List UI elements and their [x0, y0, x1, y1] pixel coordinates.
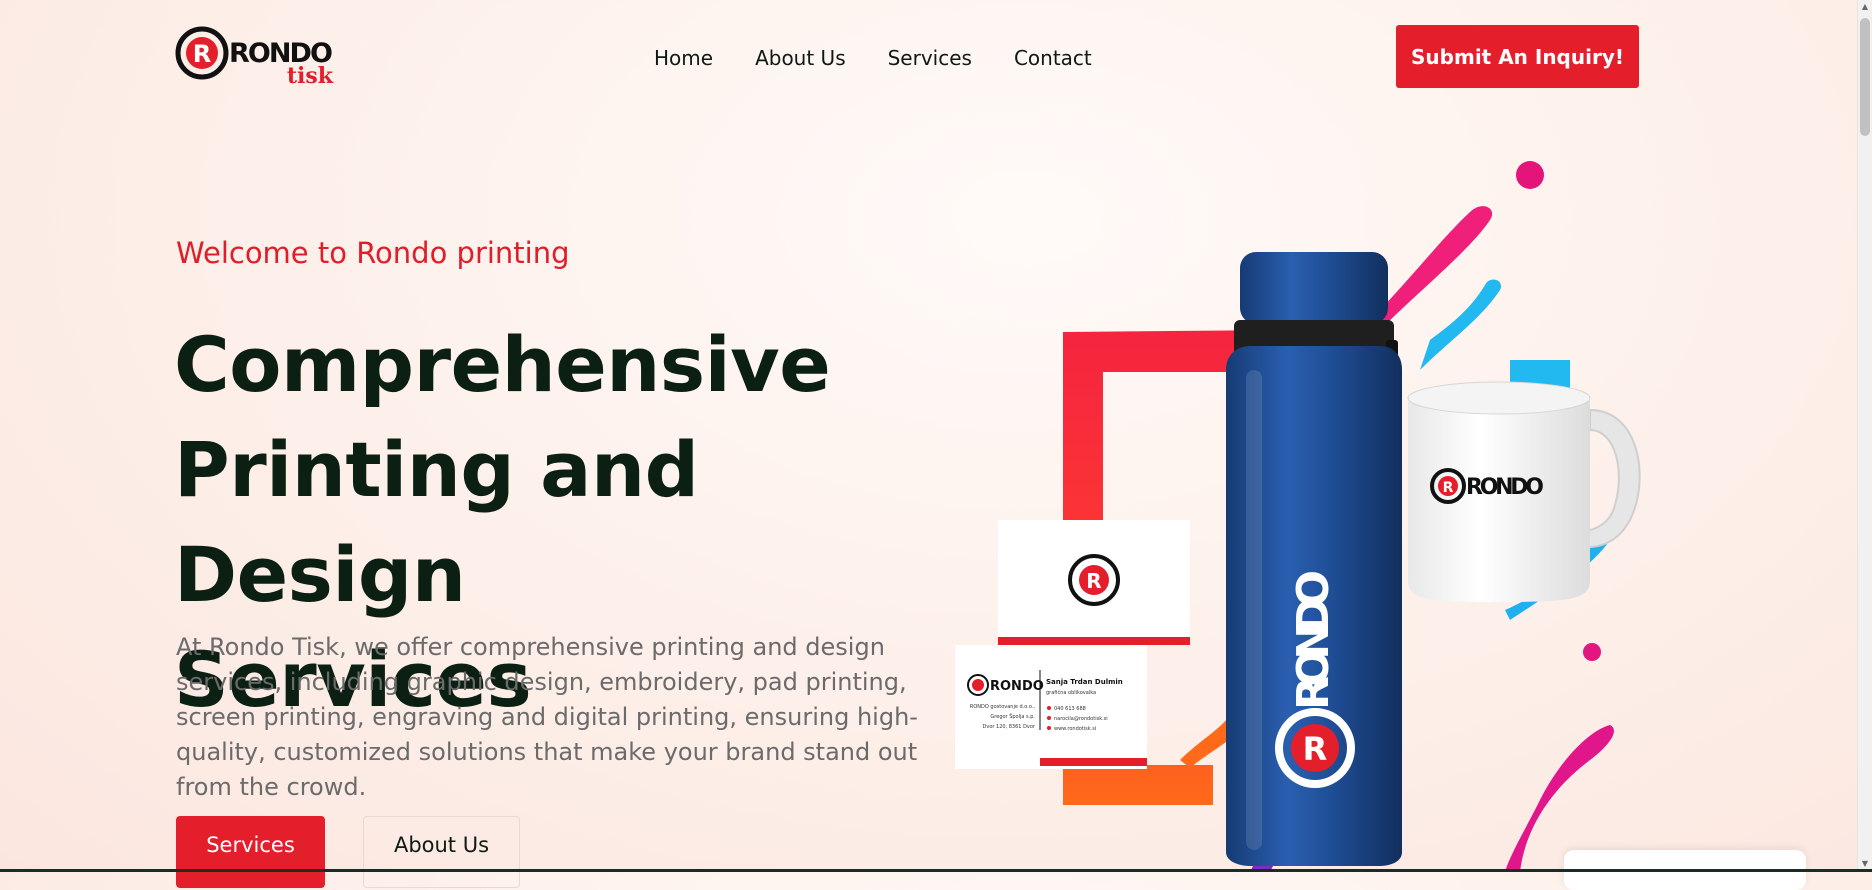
nav-about-us[interactable]: About Us: [755, 46, 846, 70]
scrollbar-thumb[interactable]: [1860, 18, 1870, 136]
mug-logo-letter: R: [1443, 480, 1454, 496]
card-name: Sanja Trdan Dulmin: [1046, 678, 1123, 686]
nav-contact[interactable]: Contact: [1014, 46, 1092, 70]
card-logo-letter: R: [1086, 569, 1101, 593]
pink-drop: [1516, 161, 1544, 189]
nav-services[interactable]: Services: [888, 46, 972, 70]
water-bottle: R RONDO: [1226, 252, 1402, 866]
card-company-3: Dvor 120, 8361 Dvor: [983, 724, 1036, 730]
card-phone: 040 613 688: [1054, 706, 1086, 712]
about-us-button[interactable]: About Us: [363, 816, 520, 888]
main-nav: Home About Us Services Contact: [654, 46, 1092, 70]
bottle-logo-letter: R: [1303, 730, 1328, 768]
hero-description: At Rondo Tisk, we offer comprehensive pr…: [176, 633, 918, 801]
card-company-2: Gregor Špolja s.p.: [990, 713, 1035, 720]
mug-wordmark: RONDO: [1466, 475, 1544, 500]
business-card-back: RONDO Sanja Trdan Dulmin grafična obliko…: [955, 645, 1147, 769]
rondo-logo[interactable]: R RONDO tisk: [175, 22, 345, 86]
headline-line-1: Comprehensive: [174, 320, 831, 409]
page-scrollbar[interactable]: ▲ ▼: [1857, 0, 1872, 872]
card-brand: RONDO: [990, 679, 1044, 694]
services-button[interactable]: Services: [176, 816, 325, 888]
card-role: grafična oblikovalka: [1046, 689, 1096, 696]
hero-product-illustration: R RONDO Sanja Trdan Dulmin grafična obli…: [955, 161, 1641, 872]
scroll-down-arrow-icon[interactable]: ▼: [1861, 859, 1869, 868]
nav-home[interactable]: Home: [654, 46, 713, 70]
coffee-mug: R RONDO: [1407, 381, 1641, 602]
logo-subtitle: tisk: [287, 63, 334, 86]
card-email: narocila@rondotisk.si: [1054, 716, 1108, 722]
welcome-tagline: Welcome to Rondo printing: [176, 236, 570, 270]
scroll-up-arrow-icon[interactable]: ▲: [1861, 2, 1869, 11]
headline-line-2: Printing and Design: [174, 425, 699, 619]
submit-inquiry-button[interactable]: Submit An Inquiry!: [1396, 25, 1639, 88]
magenta-drop: [1583, 643, 1601, 661]
business-card-front: R: [998, 520, 1190, 645]
logo-letter: R: [193, 40, 211, 68]
card-web: www.rondotisk.si: [1054, 726, 1096, 732]
bottle-wordmark: RONDO: [1288, 570, 1339, 710]
card-company-1: RONDO gostovanje d.o.o.,: [970, 704, 1036, 710]
